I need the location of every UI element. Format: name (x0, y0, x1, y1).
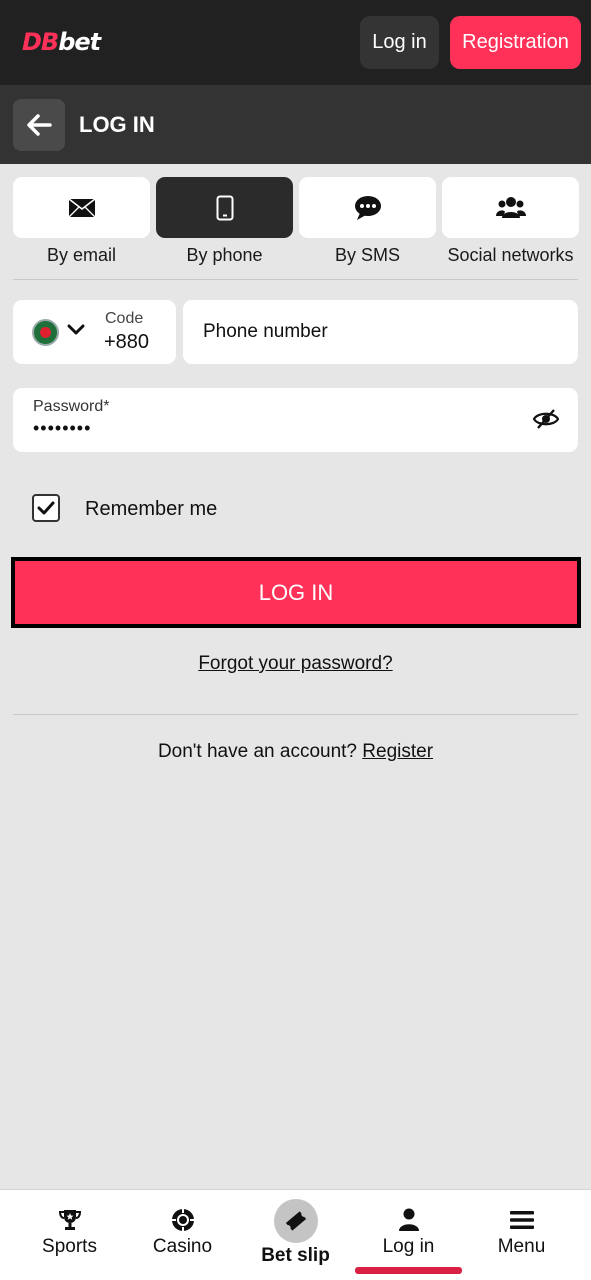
remember-me-checkbox[interactable] (32, 494, 60, 522)
chevron-down-icon (67, 324, 85, 335)
tab-label-social-networks[interactable]: Social networks (439, 245, 582, 266)
ticket-icon (285, 1211, 306, 1231)
phone-number-input[interactable] (183, 300, 578, 364)
hamburger-icon (509, 1211, 534, 1229)
nav-label-sports: Sports (42, 1236, 97, 1257)
login-button[interactable]: LOG IN (11, 557, 581, 628)
envelope-icon (68, 197, 95, 217)
checkmark-icon (37, 501, 55, 515)
tab-by-email[interactable] (13, 177, 150, 238)
users-icon (495, 196, 526, 218)
password-input[interactable]: •••••••• (33, 418, 91, 439)
logo-bet: bet (58, 28, 101, 56)
forgot-password-row: Forgot your password? (0, 653, 591, 675)
nav-casino[interactable]: Casino (126, 1190, 239, 1280)
nav-bet-slip[interactable]: Bet slip (239, 1190, 352, 1280)
no-account-text: Don't have an account? (157, 741, 357, 762)
password-label: Password* (33, 398, 110, 415)
header-registration-button[interactable]: Registration (450, 16, 581, 69)
tab-label-by-email[interactable]: By email (10, 245, 153, 266)
tab-by-sms[interactable] (299, 177, 436, 238)
bangladesh-flag-icon (32, 319, 59, 346)
top-bar: DBbet Log in Registration (0, 0, 591, 85)
user-icon (398, 1208, 419, 1231)
register-link[interactable]: Register (362, 741, 433, 762)
eye-off-icon[interactable] (532, 408, 560, 430)
active-tab-indicator (355, 1267, 462, 1274)
dbbet-logo[interactable]: DBbet (22, 28, 101, 56)
page-title: LOG IN (79, 112, 155, 137)
nav-label-bet-slip: Bet slip (261, 1245, 330, 1266)
nav-sports[interactable]: Sports (13, 1190, 126, 1280)
country-code-select[interactable]: Code +880 (13, 300, 176, 364)
bottom-nav: Sports Casino Bet slip Log in Menu (0, 1189, 591, 1280)
back-button[interactable] (13, 99, 65, 151)
divider (13, 279, 578, 280)
logo-db: DB (22, 28, 59, 56)
password-field[interactable]: Password* •••••••• (13, 388, 578, 452)
chat-icon (354, 195, 381, 220)
nav-label-casino: Casino (152, 1236, 213, 1257)
header-login-button[interactable]: Log in (360, 16, 439, 69)
phone-field[interactable] (183, 300, 578, 364)
tab-by-phone[interactable] (156, 177, 293, 238)
nav-label-log-in: Log in (382, 1236, 435, 1257)
arrow-left-icon (27, 114, 52, 136)
code-value: +880 (104, 331, 150, 353)
nav-label-menu: Menu (497, 1236, 546, 1257)
remember-me-label[interactable]: Remember me (85, 498, 217, 521)
trophy-icon (58, 1210, 81, 1230)
tab-social-networks[interactable] (442, 177, 579, 238)
register-prompt: Don't have an account? Register (0, 741, 591, 763)
bet-slip-badge (273, 1199, 318, 1243)
divider (13, 714, 578, 715)
tab-label-by-phone[interactable]: By phone (153, 245, 296, 266)
tab-label-by-sms[interactable]: By SMS (296, 245, 439, 266)
forgot-password-link[interactable]: Forgot your password? (198, 653, 392, 674)
code-label: Code (105, 310, 144, 327)
casino-chip-icon (171, 1209, 194, 1231)
page-header: LOG IN (0, 85, 591, 164)
nav-menu[interactable]: Menu (465, 1190, 578, 1280)
phone-icon (216, 195, 233, 220)
